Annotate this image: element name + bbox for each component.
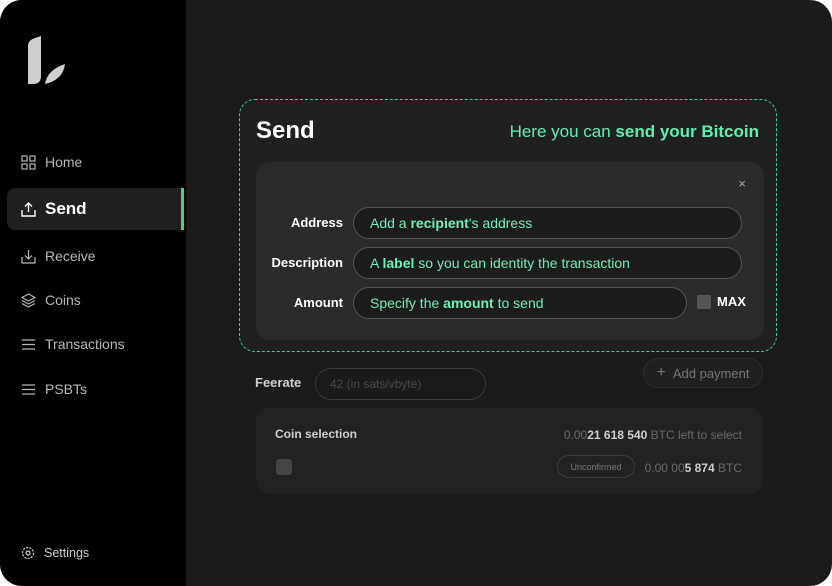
status-badge: Unconfirmed bbox=[557, 455, 635, 478]
list-icon bbox=[22, 338, 35, 350]
settings-label: Settings bbox=[44, 546, 90, 560]
amount-field[interactable]: Specify the amount to send bbox=[353, 287, 687, 319]
sidebar-item-coins[interactable]: Coins bbox=[7, 279, 184, 321]
max-checkbox[interactable] bbox=[697, 295, 711, 309]
sidebar-item-label: PSBTs bbox=[45, 381, 88, 397]
left-suffix: BTC left to select bbox=[647, 428, 742, 442]
subtitle-bold: send your Bitcoin bbox=[615, 122, 759, 141]
left-prefix: 0.00 bbox=[563, 428, 588, 442]
page-title: Send bbox=[256, 117, 315, 144]
address-placeholder-post: 's address bbox=[468, 215, 533, 231]
download-icon bbox=[21, 249, 36, 264]
sidebar-item-label: Send bbox=[45, 199, 87, 218]
send-card: Send Here you can send your Bitcoin × Ad… bbox=[239, 99, 777, 352]
sidebar-item-receive[interactable]: Receive bbox=[7, 235, 184, 277]
sidebar-item-send[interactable]: Send bbox=[7, 188, 184, 230]
sidebar-item-label: Coins bbox=[45, 292, 81, 308]
address-placeholder-bold: recipient bbox=[410, 215, 469, 231]
sidebar-item-label: Transactions bbox=[45, 336, 125, 352]
app-logo bbox=[28, 36, 65, 84]
sidebar-item-label: Home bbox=[45, 154, 83, 170]
amount-placeholder-pre: Specify the bbox=[370, 295, 444, 311]
coin-checkbox[interactable] bbox=[276, 459, 292, 475]
address-label: Address bbox=[290, 215, 343, 230]
sidebar-item-transactions[interactable]: Transactions bbox=[7, 323, 184, 365]
coin-selection-title: Coin selection bbox=[275, 427, 358, 441]
description-placeholder-pre: A bbox=[370, 255, 383, 271]
feerate-input[interactable]: 42 (in sats/vbyte) bbox=[315, 368, 486, 400]
upload-icon bbox=[21, 201, 36, 217]
sidebar-item-psbts[interactable]: PSBTs bbox=[7, 368, 184, 410]
sidebar: Home Send Receive Coins Transactions PSB… bbox=[0, 0, 186, 586]
description-field[interactable]: A label so you can identity the transact… bbox=[353, 247, 742, 279]
grid-icon bbox=[21, 154, 36, 170]
app-window: Home Send Receive Coins Transactions PSB… bbox=[0, 0, 832, 586]
list-icon bbox=[22, 383, 35, 395]
sidebar-item-home[interactable]: Home bbox=[7, 141, 184, 183]
description-label: Description bbox=[271, 255, 343, 270]
sidebar-item-label: Receive bbox=[45, 248, 96, 264]
coin-suffix: BTC bbox=[714, 461, 742, 475]
coin-selection-card: Coin selection 0.0021 618 540 BTC left t… bbox=[256, 408, 763, 494]
add-payment-label: Add payment bbox=[672, 365, 750, 381]
coin-bold: 5 874 bbox=[684, 461, 715, 475]
address-field[interactable]: Add a recipient's address bbox=[353, 207, 742, 239]
subtitle-prefix: Here you can bbox=[509, 122, 616, 141]
feerate-label: Feerate bbox=[255, 375, 302, 390]
close-icon[interactable]: × bbox=[738, 176, 746, 191]
recipient-box: × Address Add a recipient's address Desc… bbox=[256, 162, 764, 340]
amount-placeholder-bold: amount bbox=[443, 295, 494, 311]
coin-prefix: 0.00 00 bbox=[644, 461, 685, 475]
settings-link[interactable]: Settings bbox=[21, 546, 89, 560]
amount-label: Amount bbox=[293, 295, 343, 310]
coins-icon bbox=[21, 292, 36, 308]
description-placeholder-bold: label bbox=[382, 255, 415, 271]
gear-icon bbox=[21, 546, 35, 560]
max-label: MAX bbox=[717, 294, 746, 309]
address-placeholder-pre: Add a bbox=[370, 215, 411, 231]
coin-amount: 0.00 005 874 BTC bbox=[645, 461, 742, 475]
amount-left-to-select: 0.0021 618 540 BTC left to select bbox=[564, 428, 742, 442]
amount-placeholder-post: to send bbox=[493, 295, 544, 311]
left-bold: 21 618 540 bbox=[587, 428, 648, 442]
plus-icon: + bbox=[656, 364, 666, 381]
description-placeholder-post: so you can identity the transaction bbox=[414, 255, 630, 271]
page-subtitle: Here you can send your Bitcoin bbox=[510, 122, 759, 142]
add-payment-button[interactable]: + Add payment bbox=[643, 358, 763, 388]
